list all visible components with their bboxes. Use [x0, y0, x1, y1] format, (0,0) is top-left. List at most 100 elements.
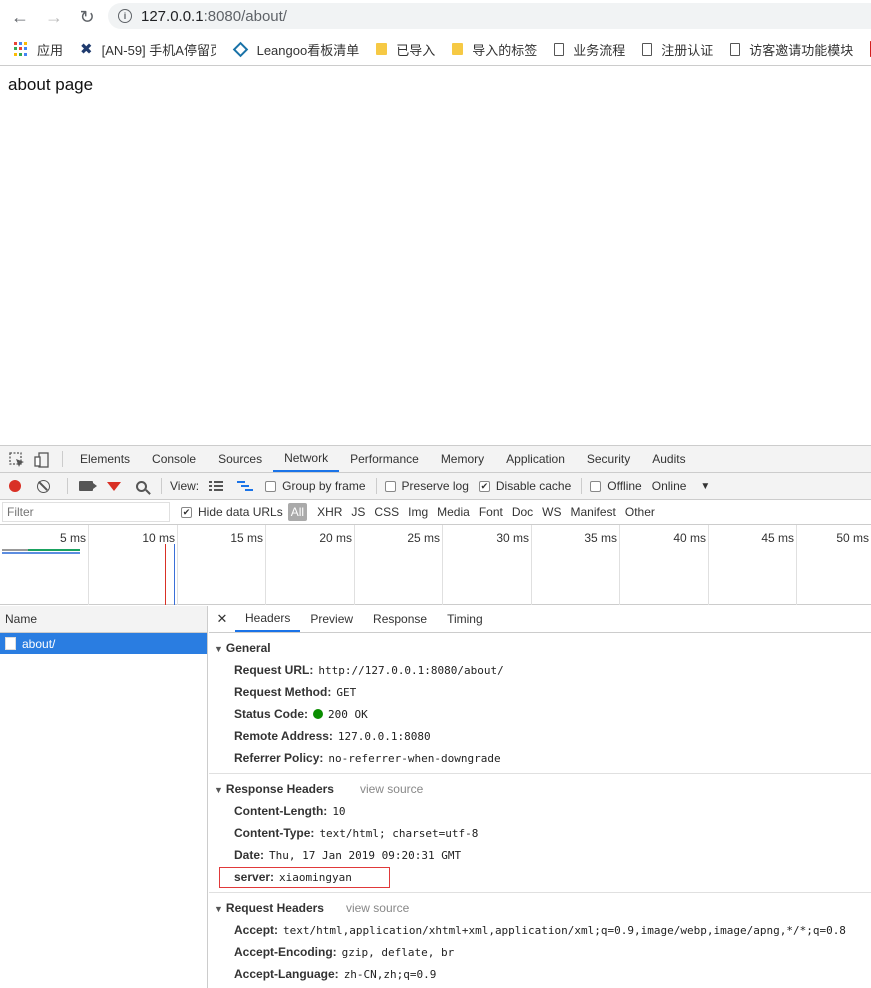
bookmark-leangoo[interactable]: Leangoo看板清单	[232, 40, 359, 59]
group-by-frame-checkbox[interactable]	[265, 480, 277, 492]
header-key: Status Code:	[234, 707, 309, 721]
header-key: Remote Address:	[234, 729, 333, 743]
header-value[interactable]: gzip, deflate, br	[342, 946, 455, 959]
view-source-link[interactable]: view source	[346, 901, 409, 915]
page-icon	[554, 42, 565, 56]
tab-performance[interactable]: Performance	[339, 446, 430, 472]
record-icon[interactable]	[9, 480, 21, 492]
bookmark-business-flow[interactable]: 业务流程	[554, 40, 625, 59]
header-value[interactable]: zh-CN,zh;q=0.9	[344, 968, 437, 981]
request-list: Name about/	[0, 606, 208, 988]
tab-audits[interactable]: Audits	[641, 446, 696, 472]
screenshot-camera-icon[interactable]	[79, 481, 97, 491]
tab-elements[interactable]: Elements	[69, 446, 141, 472]
hide-data-urls-checkbox[interactable]: ✔	[181, 506, 192, 518]
waterfall-view-icon[interactable]	[237, 481, 254, 491]
request-row[interactable]: about/	[0, 633, 207, 654]
tab-memory[interactable]: Memory	[430, 446, 495, 472]
device-toolbar-icon[interactable]	[34, 452, 50, 468]
tab-network[interactable]: Network	[273, 446, 340, 472]
search-icon[interactable]	[136, 480, 147, 492]
close-icon[interactable]: ✕	[209, 606, 235, 632]
header-row: Remote Address: 127.0.0.1:8080	[209, 725, 871, 747]
tick-line	[442, 525, 443, 605]
clear-icon[interactable]	[37, 479, 50, 493]
url-text[interactable]: 127.0.0.1:8080/about/	[141, 8, 287, 25]
header-value[interactable]: 10	[332, 805, 345, 818]
type-filter-other[interactable]: Other	[625, 505, 655, 519]
type-filter-font[interactable]: Font	[479, 505, 503, 519]
response-headers-section: ▼ Response Headers view source Content-Len…	[209, 778, 871, 893]
type-filter-xhr[interactable]: XHR	[317, 505, 342, 519]
tab-application[interactable]: Application	[495, 446, 576, 472]
type-filter-all[interactable]: All	[287, 503, 308, 521]
name-column-header[interactable]: Name	[0, 606, 207, 633]
general-section-header[interactable]: ▼ General	[209, 637, 871, 659]
tab-security[interactable]: Security	[576, 446, 641, 472]
header-row: Accept: text/html,application/xhtml+xml,a…	[209, 919, 871, 941]
forward-arrow-icon[interactable]: →	[42, 5, 66, 29]
header-row: Accept-Language: zh-CN,zh;q=0.9	[209, 963, 871, 985]
throttling-select[interactable]: Online	[652, 479, 687, 493]
reload-icon[interactable]: ↻	[75, 5, 99, 29]
list-view-icon[interactable]	[209, 481, 224, 491]
back-arrow-icon[interactable]: ←	[8, 5, 32, 29]
bookmark-imported[interactable]: 已导入	[376, 40, 435, 59]
tick-line	[265, 525, 266, 605]
offline-checkbox[interactable]	[590, 480, 602, 492]
tab-response[interactable]: Response	[363, 606, 437, 632]
preserve-log-checkbox[interactable]	[384, 480, 396, 492]
tab-console[interactable]: Console	[141, 446, 207, 472]
header-value[interactable]: 200 OK	[328, 708, 368, 721]
bookmark-jira[interactable]: ✖ [AN-59] 手机A停留页	[80, 40, 216, 59]
offline-label: Offline	[607, 479, 642, 493]
type-filter-js[interactable]: JS	[351, 505, 365, 519]
tick-label: 20 ms	[319, 531, 352, 545]
request-headers-header[interactable]: ▼ Request Headers view source	[209, 897, 871, 919]
tab-sources[interactable]: Sources	[207, 446, 273, 472]
type-filter-ws[interactable]: WS	[542, 505, 561, 519]
response-headers-header[interactable]: ▼ Response Headers view source	[209, 778, 871, 800]
header-value[interactable]: no-referrer-when-downgrade	[328, 752, 500, 765]
leangoo-icon	[232, 41, 248, 57]
bookmark-label: 业务流程	[573, 42, 626, 58]
header-value[interactable]: GET	[336, 686, 356, 699]
info-icon[interactable]: i	[118, 9, 132, 23]
bookmark-apps[interactable]: 应用	[14, 40, 63, 59]
header-key: Accept-Language:	[234, 967, 339, 981]
type-filter-media[interactable]: Media	[437, 505, 470, 519]
header-value[interactable]: Thu, 17 Jan 2019 09:20:31 GMT	[269, 849, 461, 862]
inspect-element-icon[interactable]	[9, 452, 25, 468]
tab-headers[interactable]: Headers	[235, 606, 301, 632]
chevron-down-icon[interactable]: ▼	[700, 481, 710, 492]
bookmark-visitor[interactable]: 访客邀请功能模块	[730, 40, 853, 59]
disable-cache-checkbox[interactable]: ✔	[478, 480, 490, 492]
page-icon	[730, 42, 741, 56]
section-title: Request Headers	[225, 901, 324, 915]
bookmark-register[interactable]: 注册认证	[642, 40, 713, 59]
bookmark-label: 导入的标签	[472, 42, 538, 58]
header-key: Date:	[234, 848, 265, 862]
header-value[interactable]: text/html; charset=utf-8	[319, 827, 478, 840]
header-value[interactable]: text/html,application/xhtml+xml,applicat…	[283, 924, 846, 937]
tab-timing[interactable]: Timing	[437, 606, 493, 632]
timeline-overview[interactable]: 5 ms 10 ms 15 ms 20 ms 25 ms 30 ms 35 ms…	[0, 525, 871, 605]
divider	[581, 478, 583, 494]
type-filter-css[interactable]: CSS	[374, 505, 399, 519]
type-filter-doc[interactable]: Doc	[512, 505, 533, 519]
view-label: View:	[170, 479, 200, 493]
header-row: Accept-Encoding: gzip, deflate, br	[209, 941, 871, 963]
header-value[interactable]: 127.0.0.1:8080	[338, 730, 431, 743]
bookmark-imported-tags[interactable]: 导入的标签	[452, 40, 537, 59]
address-bar[interactable]: i 127.0.0.1:8080/about/	[108, 3, 871, 29]
view-source-link[interactable]: view source	[360, 782, 423, 796]
header-value[interactable]: http://127.0.0.1:8080/about/	[318, 664, 503, 677]
header-value[interactable]: xiaomingyan	[279, 871, 352, 884]
filter-funnel-icon[interactable]	[107, 481, 121, 491]
tab-preview[interactable]: Preview	[300, 606, 363, 632]
type-filter-img[interactable]: Img	[408, 505, 428, 519]
header-row: Request URL: http://127.0.0.1:8080/about/	[209, 659, 871, 681]
filter-input[interactable]	[2, 502, 170, 522]
type-filter-manifest[interactable]: Manifest	[571, 505, 616, 519]
page-body-text: about page	[8, 75, 94, 94]
